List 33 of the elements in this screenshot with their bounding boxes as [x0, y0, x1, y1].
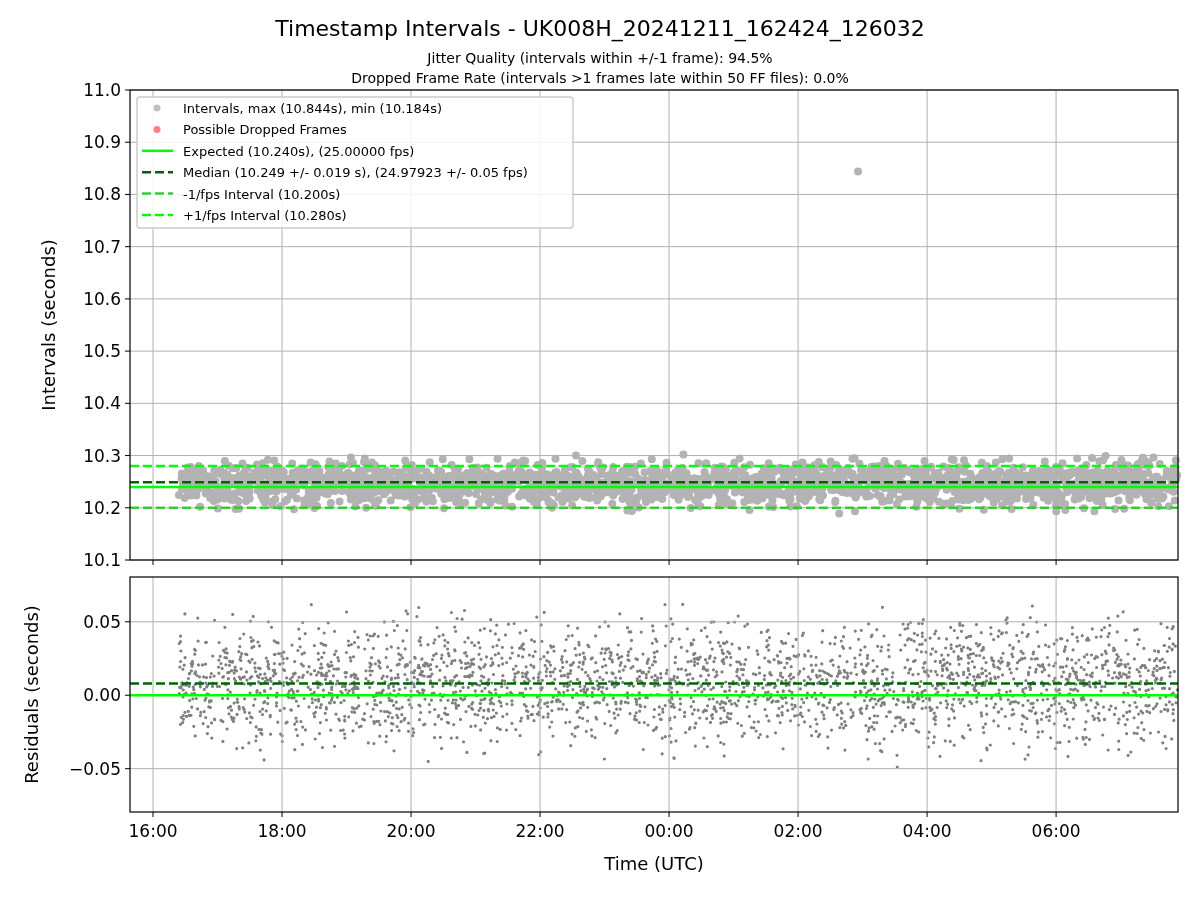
x-tick-label: 20:00: [386, 821, 436, 841]
subtitle: Jitter Quality (intervals within +/-1 frame): 94.5%: [427, 50, 773, 66]
y-tick-label: 10.6: [83, 288, 121, 309]
y-tick-label: 11.0: [83, 80, 121, 100]
y-tick-label: 10.1: [83, 550, 121, 570]
x-tick-label: 04:00: [902, 821, 952, 841]
legend-label: Expected (10.240s), (25.00000 fps): [183, 143, 415, 159]
y-tick-label: 10.4: [83, 393, 121, 414]
y-axis-label: Intervals (seconds): [38, 239, 59, 411]
legend-label: Possible Dropped Frames: [183, 122, 347, 138]
y-tick-label: 10.7: [83, 236, 121, 257]
y-axis-label: Residuals (seconds): [21, 605, 42, 784]
legend-label: -1/fps Interval (10.200s): [183, 186, 341, 202]
x-tick-label: 00:00: [644, 821, 694, 841]
y-tick-label: 10.8: [83, 184, 121, 205]
subtitle: Dropped Frame Rate (intervals >1 frames late within 50 FF files): 0.0%: [351, 70, 849, 86]
x-tick-label: 18:00: [257, 821, 307, 841]
y-tick-label: 10.2: [83, 497, 121, 518]
legend-label: Intervals, max (10.844s), min (10.184s): [183, 101, 442, 116]
y-tick-label: 0.00: [83, 685, 121, 706]
y-tick-label: 10.3: [83, 445, 121, 466]
x-tick-label: 22:00: [515, 821, 565, 841]
y-tick-label: 0.05: [83, 611, 121, 632]
x-tick-label: 16:00: [128, 821, 178, 841]
figure-title: Timestamp Intervals - UK008H_20241211_162424_126032: [275, 16, 925, 41]
legend-label: Median (10.249 +/- 0.019 s), (24.97923 +/- 0.05 fps): [183, 165, 528, 181]
x-axis-label: Time (UTC): [604, 853, 704, 874]
x-tick-label: 06:00: [1031, 821, 1081, 841]
x-tick-label: 02:00: [773, 821, 823, 841]
y-tick-label: 10.5: [83, 341, 121, 362]
y-tick-label: 10.9: [83, 132, 121, 153]
legend-label: +1/fps Interval (10.280s): [183, 208, 347, 223]
y-tick-label: −0.05: [68, 758, 121, 779]
